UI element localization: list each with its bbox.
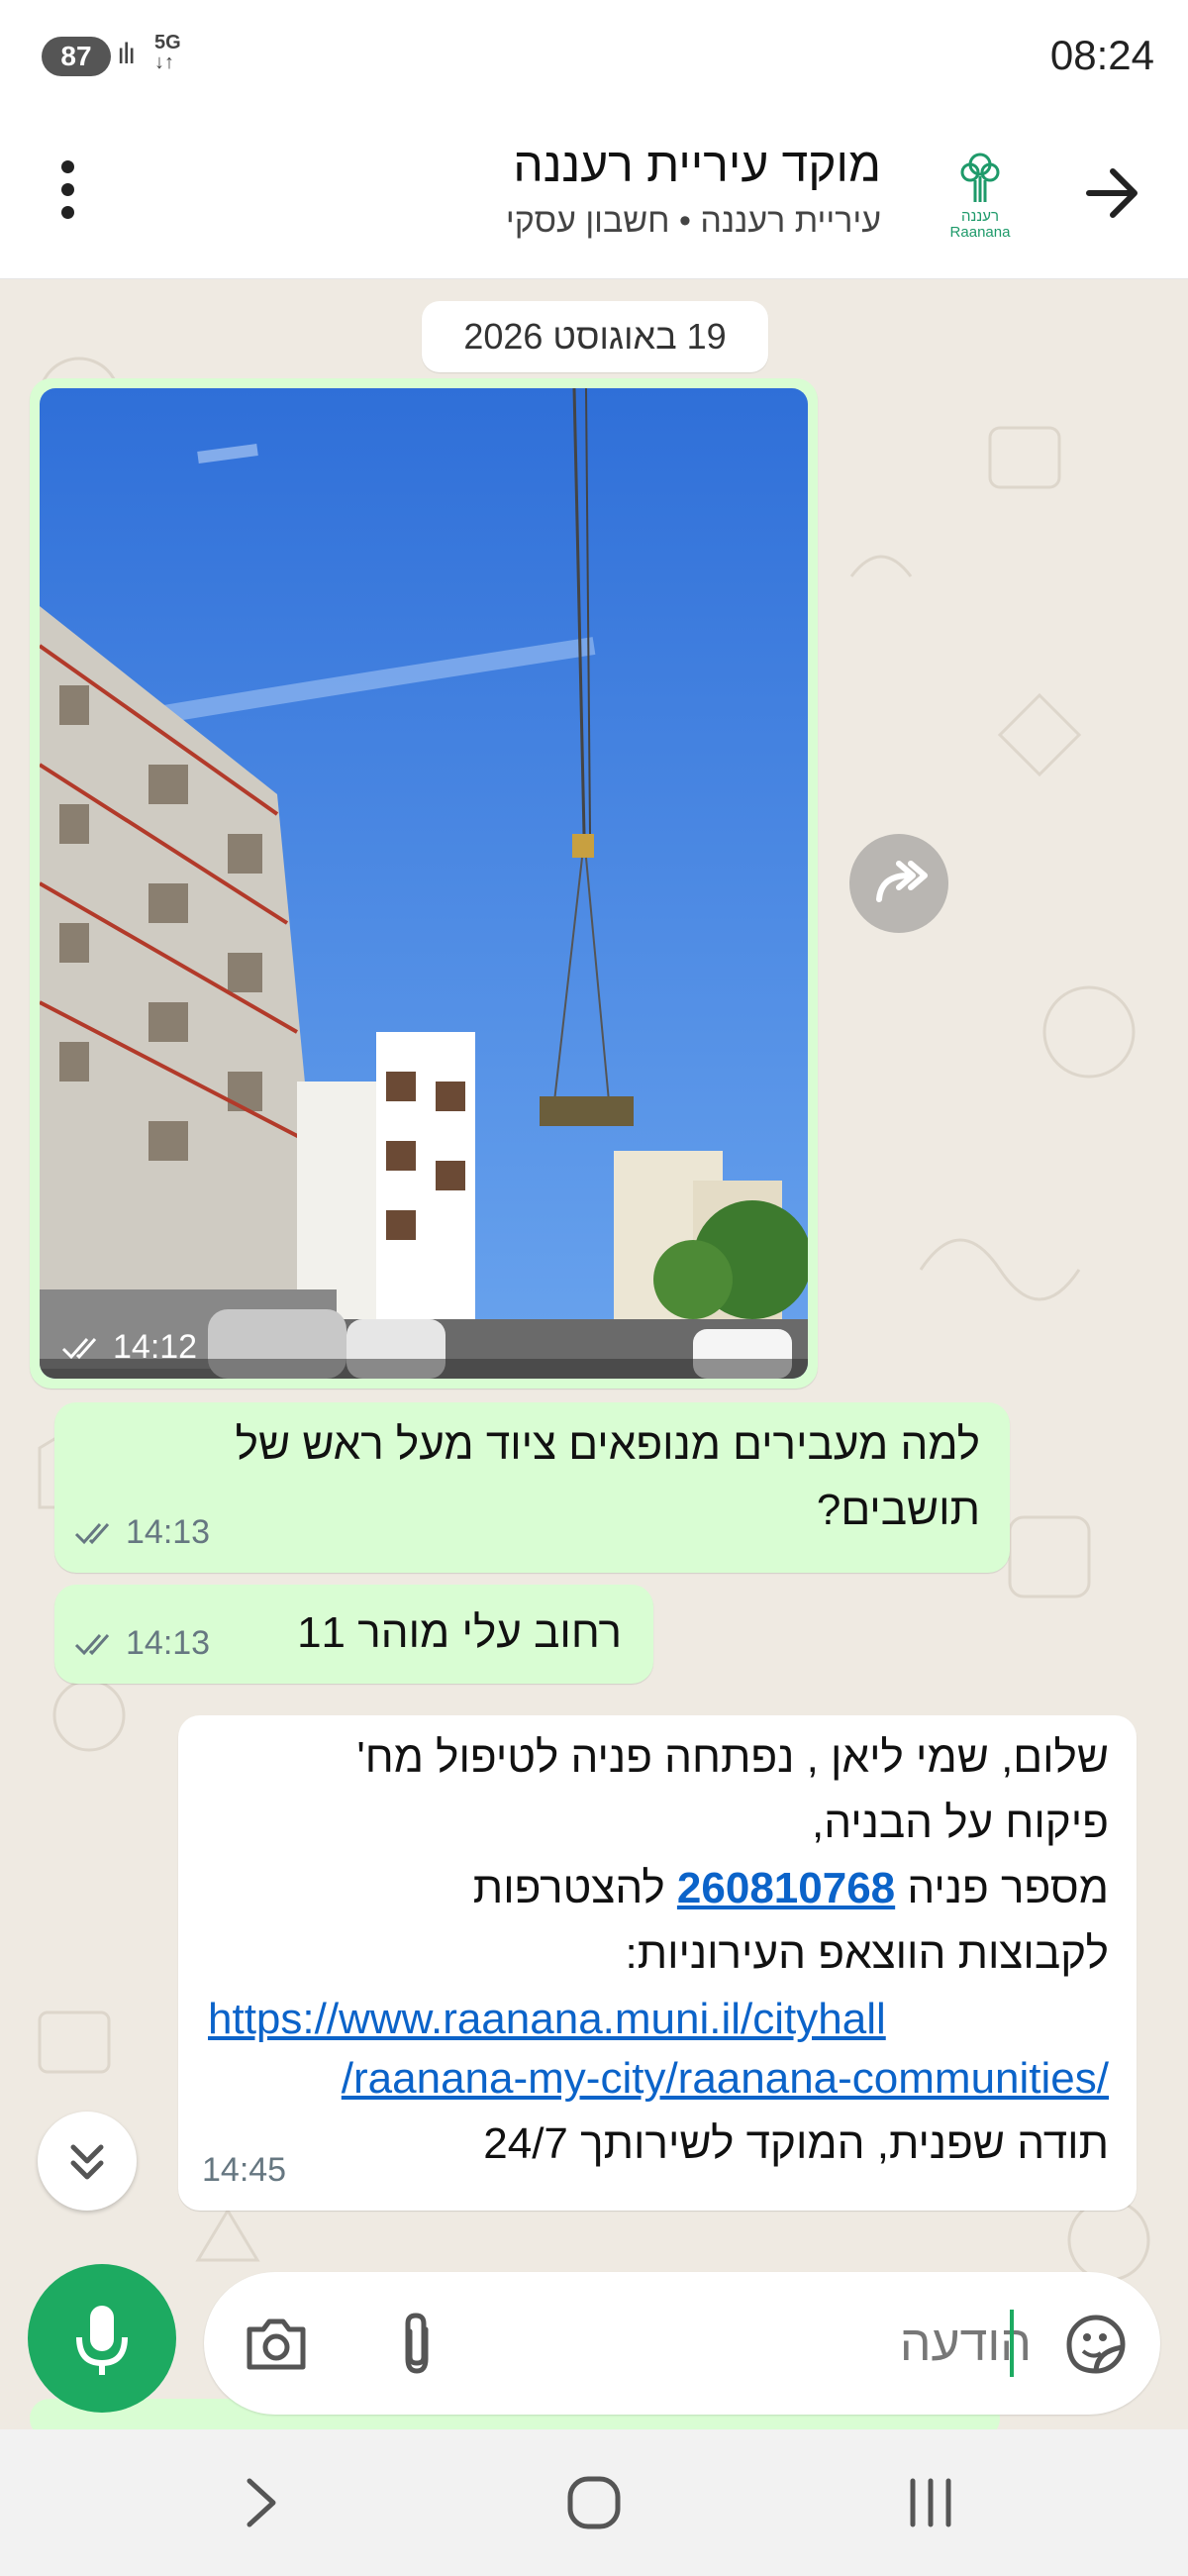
crane-photo-image xyxy=(40,388,808,1379)
message-text: להצטרפות xyxy=(472,1864,665,1912)
message-text: מספר פניה xyxy=(907,1864,1109,1912)
composer xyxy=(0,2228,1188,2429)
battery-indicator: 87 xyxy=(42,37,111,76)
message-time: 14:13 xyxy=(126,1624,211,1662)
nav-home-icon[interactable] xyxy=(564,2473,624,2532)
status-time: 08:24 xyxy=(1049,32,1154,78)
message-line: רחוב עלי מוהר 11 xyxy=(297,1608,622,1657)
arrow-right-icon[interactable] xyxy=(1077,158,1146,228)
read-ticks-icon xyxy=(74,1633,110,1655)
message-meta: 14:13 xyxy=(74,1624,210,1663)
photo-meta: 14:12 xyxy=(61,1328,197,1367)
message-line: תודה שפנית, המוקד לשירותך 24/7 xyxy=(483,2119,1109,2168)
chat-title[interactable]: מוקד עיריית רעננה xyxy=(513,139,881,193)
text-cursor xyxy=(1010,2310,1014,2377)
ticket-number-link[interactable]: 260810768 xyxy=(677,1864,895,1912)
message-input[interactable] xyxy=(537,2306,1032,2381)
more-vertical-icon[interactable] xyxy=(55,160,79,230)
logo-label-he: רעננה xyxy=(961,208,999,225)
signal-icon: ılı xyxy=(117,38,136,70)
message-time: 14:45 xyxy=(202,2151,287,2189)
outgoing-text-message[interactable]: למה מעבירים מנופאים ציוד מעל ראש של תושב… xyxy=(54,1402,1010,1573)
outgoing-text-message[interactable]: רחוב עלי מוהר 11 14:13 xyxy=(54,1585,653,1684)
incoming-text-message[interactable]: שלום, שמי ליאן , נפתחה פניה לטיפול מח' פ… xyxy=(178,1715,1137,2211)
community-link[interactable]: /raanana-my-city/raanana-communities/ xyxy=(342,2046,1109,2112)
nav-back-icon[interactable] xyxy=(238,2473,287,2532)
logo-tree-icon xyxy=(960,153,1000,202)
sticker-icon[interactable] xyxy=(1061,2310,1131,2379)
chat-header: רעננה Raanana מוקד עיריית רעננה עיריית ר… xyxy=(0,109,1188,279)
message-line: שלום, שמי ליאן , נפתחה פניה לטיפול מח' xyxy=(356,1733,1109,1782)
microphone-icon[interactable] xyxy=(28,2264,176,2413)
message-line: מספר פניה 260810768 להצטרפות xyxy=(473,1856,1109,1921)
read-ticks-icon xyxy=(61,1337,97,1359)
message-time: 14:13 xyxy=(126,1513,211,1551)
raanana-logo[interactable]: רעננה Raanana xyxy=(945,151,1015,242)
image-message[interactable]: 14:12 xyxy=(30,378,818,1389)
message-photo[interactable]: 14:12 xyxy=(40,388,808,1379)
chat-subtitle: עיריית רעננה • חשבון עסקי xyxy=(505,202,881,240)
date-separator: 19 באוגוסט 2026 xyxy=(422,301,768,372)
message-time: 14:12 xyxy=(113,1328,198,1366)
status-bar: 87 ılı 5G ↓↑ 08:24 xyxy=(0,0,1188,109)
message-line: תושבים? xyxy=(816,1486,980,1534)
system-nav-bar xyxy=(0,2429,1188,2576)
forward-icon[interactable] xyxy=(849,834,948,933)
read-ticks-icon xyxy=(74,1522,110,1544)
paperclip-icon[interactable] xyxy=(392,2310,442,2377)
double-chevron-down-icon[interactable] xyxy=(38,2112,137,2211)
message-meta: 14:13 xyxy=(74,1513,210,1552)
chat-area[interactable]: 19 באוגוסט 2026 14:12 למה מעבירים מנופאי… xyxy=(0,279,1188,2429)
logo-label-en: Raanana xyxy=(949,224,1011,241)
community-link[interactable]: https://www.raanana.muni.il/cityhall xyxy=(208,1987,886,2052)
message-line: לקבוצות הווצאפ העירוניות: xyxy=(625,1929,1110,1978)
message-line: למה מעבירים מנופאים ציוד מעל ראש של xyxy=(235,1420,980,1469)
network-type: 5G ↓↑ xyxy=(154,32,181,73)
message-line: פיקוח על הבניה, xyxy=(812,1799,1109,1847)
message-input-container[interactable] xyxy=(204,2272,1160,2415)
camera-icon[interactable] xyxy=(244,2314,309,2373)
nav-recent-apps-icon[interactable] xyxy=(901,2473,960,2532)
